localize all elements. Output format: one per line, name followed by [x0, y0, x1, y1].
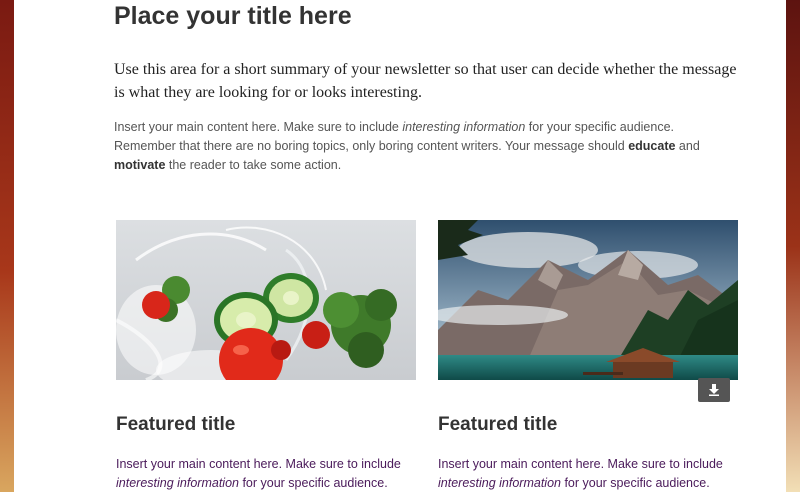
card-text-emphasis: interesting information — [116, 476, 239, 490]
main-content-part: and — [675, 139, 700, 153]
page-title: Place your title here — [114, 2, 352, 30]
featured-title-right: Featured title — [438, 414, 558, 435]
main-content-part: Insert your main content here. Make sure… — [114, 120, 403, 134]
mountain-lake-image[interactable] — [438, 220, 738, 380]
vegetables-image[interactable] — [116, 220, 416, 380]
main-content-strong: educate — [628, 139, 676, 153]
newsletter-sheet: Place your title here Use this area for … — [14, 0, 786, 492]
featured-title-left: Featured title — [116, 414, 236, 435]
background-left — [0, 0, 14, 492]
card-text-left: Insert your main content here. Make sure… — [116, 455, 421, 492]
main-content-part: the reader to take some action. — [165, 158, 342, 172]
main-content-strong: motivate — [114, 158, 166, 172]
background-right — [786, 0, 800, 492]
card-text-part: for your specific audience. — [238, 476, 388, 490]
download-button[interactable] — [698, 378, 730, 402]
card-text-part: Insert your main content here. Make sure… — [438, 457, 723, 471]
main-content-emphasis: interesting information — [402, 120, 526, 134]
card-text-emphasis: interesting information — [438, 476, 561, 490]
card-text-right: Insert your main content here. Make sure… — [438, 455, 743, 492]
card-text-part: for your specific audience. — [560, 476, 710, 490]
main-content: Insert your main content here. Make sure… — [114, 118, 739, 175]
download-icon — [709, 384, 719, 396]
card-text-part: Insert your main content here. Make sure… — [116, 457, 401, 471]
summary-text: Use this area for a short summary of you… — [114, 61, 737, 101]
